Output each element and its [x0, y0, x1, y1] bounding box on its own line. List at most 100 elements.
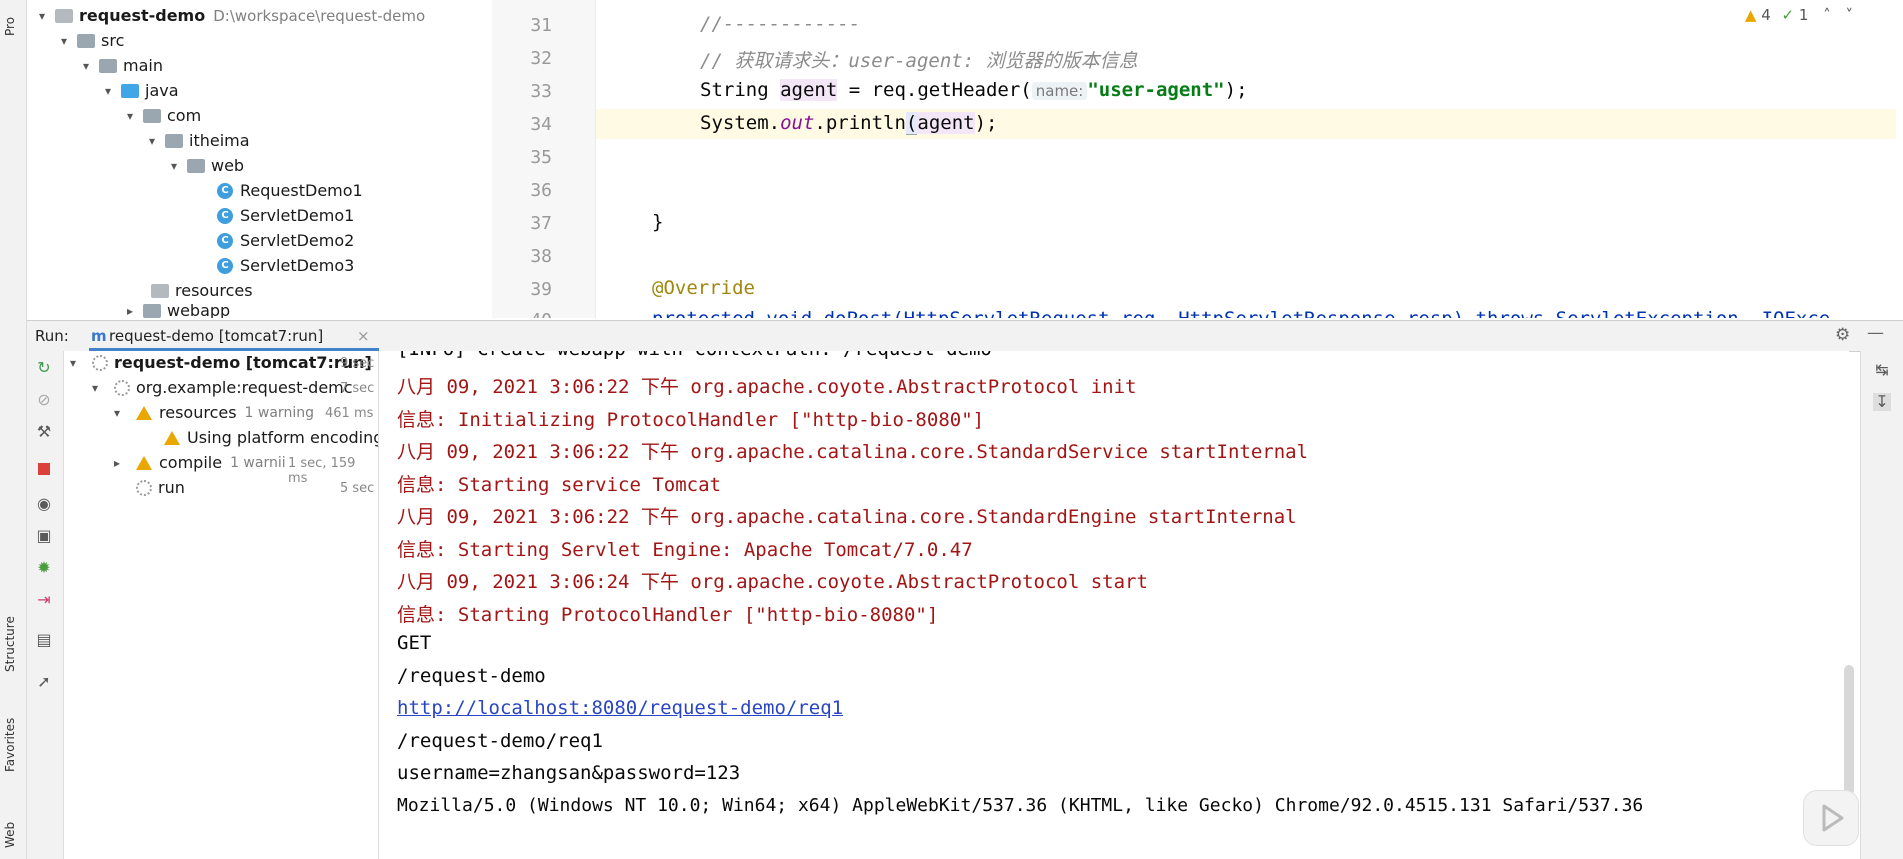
- line-number: 32: [530, 48, 552, 69]
- web-tool-tab[interactable]: Web: [3, 822, 17, 848]
- camera-icon[interactable]: ▣: [35, 527, 53, 545]
- console-line: /request-demo: [397, 665, 546, 687]
- chevron-down-icon[interactable]: ▾: [123, 104, 137, 128]
- chevron-down-icon[interactable]: ▾: [101, 79, 115, 103]
- class-icon: C: [217, 233, 233, 249]
- console-line: /request-demo/req1: [397, 730, 603, 752]
- code-line-32: // 获取请求头：user-agent: 浏览器的版本信息: [700, 50, 1138, 72]
- run-tree-item-run[interactable]: run: [136, 476, 185, 500]
- console-line: 信息: Starting ProtocolHandler ["http-bio-…: [397, 604, 939, 626]
- tree-item-servletdemo2[interactable]: C ServletDemo2: [217, 229, 354, 253]
- parameter-hint: name:: [1031, 82, 1088, 100]
- chevron-down-icon[interactable]: ▾: [167, 154, 181, 178]
- tree-item-webapp[interactable]: ▸ webapp: [123, 304, 230, 318]
- run-label: Run:: [35, 327, 69, 345]
- console-scrollbar[interactable]: [1844, 665, 1854, 795]
- code-line-31: //------------: [700, 13, 861, 35]
- play-icon: [1822, 804, 1844, 832]
- tree-item-label: itheima: [189, 131, 250, 150]
- rerun-icon[interactable]: ↻: [35, 359, 53, 377]
- console-link[interactable]: http://localhost:8080/request-demo/req1: [397, 697, 843, 719]
- tree-item-requestdemo1[interactable]: C RequestDemo1: [217, 179, 363, 203]
- run-tree-item-compile[interactable]: ▸ compile 1 warnii: [114, 451, 286, 475]
- run-tree-item-resources[interactable]: ▾ resources 1 warning: [114, 401, 314, 425]
- run-tree-extra: 1 warnii: [230, 455, 286, 471]
- chevron-down-icon[interactable]: ▾: [92, 376, 106, 400]
- close-icon[interactable]: ×: [357, 327, 370, 345]
- run-tree-time: 5 sec: [340, 481, 375, 496]
- stop-icon[interactable]: [38, 463, 50, 475]
- maven-icon: m: [91, 327, 107, 345]
- console-output[interactable]: [INFO] Create webapp with contextPath: /…: [379, 351, 1849, 859]
- class-icon: C: [217, 258, 233, 274]
- chevron-down-icon[interactable]: ▾: [70, 351, 84, 375]
- chevron-down-icon[interactable]: ▾: [35, 4, 49, 28]
- tree-root-path: D:\workspace\request-demo: [213, 7, 426, 25]
- chevron-down-icon[interactable]: ▾: [79, 54, 93, 78]
- warning-icon: [164, 431, 180, 445]
- check-count: 1: [1798, 6, 1809, 24]
- run-tab[interactable]: m request-demo [tomcat7:run] ×: [87, 321, 377, 351]
- chevron-right-icon[interactable]: ▸: [123, 304, 137, 318]
- tree-item-resources[interactable]: resources: [151, 279, 253, 303]
- exit-icon[interactable]: ⇥: [35, 591, 53, 609]
- run-tab-label: request-demo [tomcat7:run]: [109, 327, 324, 345]
- console-line: 信息: Starting Servlet Engine: Apache Tomc…: [397, 539, 973, 561]
- line-number: 39: [530, 279, 552, 300]
- tree-item-java[interactable]: ▾ java: [101, 79, 179, 103]
- run-tree-label: request-demo [tomcat7:run]: [114, 353, 372, 372]
- tree-item-main[interactable]: ▾ main: [79, 54, 163, 78]
- inspection-widget[interactable]: ▲ 4 ✓ 1 ˄ ˅: [1745, 6, 1853, 24]
- tree-item-label: src: [101, 31, 125, 50]
- gear-icon[interactable]: ⚙: [1835, 325, 1850, 345]
- soft-wrap-icon[interactable]: ↹: [1873, 361, 1891, 379]
- tree-item-label: ServletDemo3: [240, 256, 355, 275]
- tree-item-itheima[interactable]: ▾ itheima: [145, 129, 250, 153]
- eye-icon[interactable]: ◉: [35, 495, 53, 513]
- chevron-down-icon[interactable]: ▾: [57, 29, 71, 53]
- structure-tool-tab[interactable]: Structure: [3, 616, 17, 672]
- code-line-37: }: [652, 211, 664, 233]
- run-tree-item-encoding[interactable]: Using platform encoding (: [164, 426, 378, 450]
- chevron-down-icon[interactable]: ▾: [114, 401, 128, 425]
- warning-icon: [136, 456, 152, 470]
- pin-icon[interactable]: ➚: [35, 673, 53, 691]
- console-line: 八月 09, 2021 3:06:22 下午 org.apache.coyote…: [397, 376, 1137, 398]
- code-line-39: @Override: [652, 277, 755, 299]
- project-tool-tab[interactable]: Pro: [3, 17, 17, 36]
- minimize-icon[interactable]: —: [1867, 323, 1884, 343]
- run-tree-time: 461 ms: [325, 406, 374, 421]
- spinner-icon: [114, 380, 130, 396]
- chevron-right-icon[interactable]: ▸: [114, 451, 128, 475]
- tree-item-servletdemo3[interactable]: C ServletDemo3: [217, 254, 354, 278]
- package-icon: [143, 109, 161, 123]
- run-tree-item-org[interactable]: ▾ org.example:request-demc: [92, 376, 353, 400]
- run-panel-header: Run: m request-demo [tomcat7:run] × ⚙ —: [27, 320, 1903, 352]
- favorites-tool-tab[interactable]: Favorites: [3, 718, 17, 772]
- warning-icon: ▲: [1744, 6, 1757, 24]
- chevron-down-icon[interactable]: ▾: [145, 129, 159, 153]
- spinner-icon: [136, 480, 152, 496]
- tree-root-request-demo[interactable]: ▾ request-demo D:\workspace\request-demo: [35, 4, 425, 28]
- editor-gutter: 31 32 33 34 35 36 37 38 39 40: [492, 0, 596, 318]
- line-number: 36: [530, 180, 552, 201]
- layout-icon[interactable]: ▤: [35, 631, 53, 649]
- scroll-to-end-icon[interactable]: ↧: [1873, 393, 1891, 411]
- code-editor[interactable]: 31 32 33 34 35 36 37 38 39 40 //--------…: [492, 0, 1903, 318]
- wrench-icon[interactable]: ⚒: [35, 423, 53, 441]
- source-folder-icon: [121, 84, 139, 98]
- video-play-button[interactable]: [1803, 790, 1859, 846]
- run-tree-item-root[interactable]: ▾ request-demo [tomcat7:run]: [70, 351, 372, 375]
- tree-item-src[interactable]: ▾ src: [57, 29, 124, 53]
- toggle-view-icon[interactable]: ⊘: [35, 391, 53, 409]
- tree-item-com[interactable]: ▾ com: [123, 104, 201, 128]
- project-tree: ▾ request-demo D:\workspace\request-demo…: [27, 0, 492, 318]
- tree-item-servletdemo1[interactable]: C ServletDemo1: [217, 204, 354, 228]
- chevron-down-icon[interactable]: ˅: [1846, 6, 1854, 24]
- tree-item-label: ServletDemo2: [240, 231, 355, 250]
- chevron-up-icon[interactable]: ˄: [1823, 6, 1831, 24]
- debug-icon[interactable]: ✹: [35, 559, 53, 577]
- package-icon: [187, 159, 205, 173]
- tree-item-web[interactable]: ▾ web: [167, 154, 244, 178]
- spinner-icon: [92, 355, 108, 371]
